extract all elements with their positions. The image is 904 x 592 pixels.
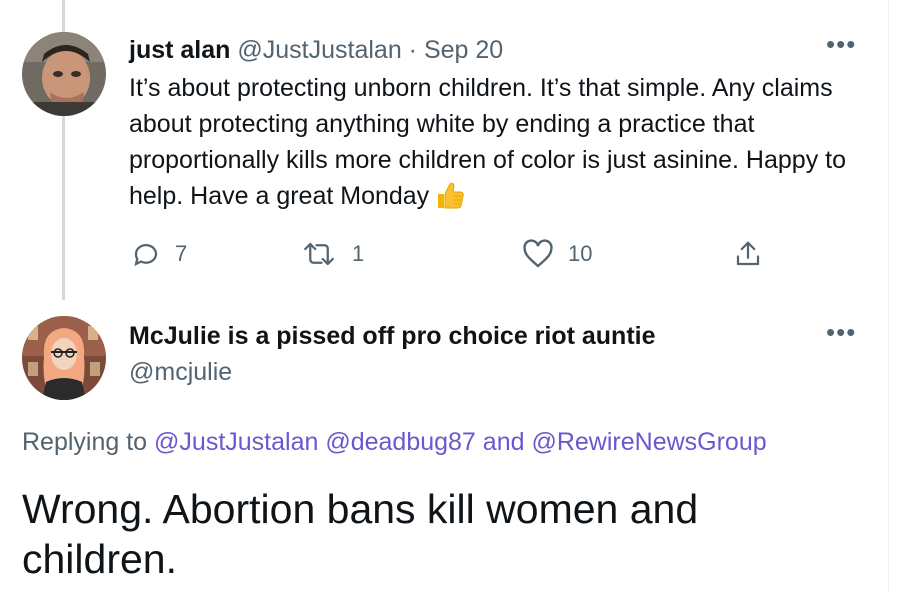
reply-count: 7 — [175, 241, 188, 266]
share-button[interactable] — [733, 236, 763, 272]
replying-prefix: Replying to — [22, 428, 148, 456]
author-name[interactable]: just alan — [129, 36, 230, 64]
reply-button[interactable]: 7 — [131, 236, 187, 272]
like-count: 10 — [568, 241, 593, 266]
thumbs-up-icon — [435, 180, 465, 220]
tweet-date[interactable]: Sep 20 — [424, 36, 503, 64]
author-handle[interactable]: @mcjulie — [129, 358, 232, 387]
author-name[interactable]: McJulie is a pissed off pro choice riot … — [129, 322, 656, 351]
header-separator: · — [408, 36, 417, 64]
replying-to-line: Replying to @JustJustalan @deadbug87 and… — [22, 428, 767, 457]
retweet-button[interactable]: 1 — [300, 236, 364, 272]
mention-link[interactable]: @deadbug87 — [325, 428, 476, 456]
reply-icon — [134, 244, 158, 267]
heart-icon — [523, 239, 553, 268]
mention-link[interactable]: @RewireNewsGroup — [531, 428, 766, 456]
share-icon — [736, 241, 760, 266]
more-options-icon[interactable]: ••• — [826, 319, 856, 345]
avatar-mcjulie[interactable] — [22, 316, 106, 400]
avatar-just-alan[interactable] — [22, 32, 106, 116]
timeline-border — [888, 0, 889, 592]
mention-link[interactable]: @JustJustalan — [154, 428, 318, 456]
tweet1-text: It’s about protecting unborn children. I… — [129, 74, 846, 210]
like-button[interactable]: 10 — [522, 236, 592, 272]
tweet1-header: just alan @JustJustalan · Sep 20 — [129, 34, 503, 66]
retweet-count: 1 — [352, 241, 365, 266]
author-handle[interactable]: @JustJustalan — [237, 36, 401, 64]
replying-and: and — [482, 428, 525, 456]
tweet2-text: Wrong. Abortion bans kill women and chil… — [22, 486, 699, 582]
tweet1-text-block: It’s about protecting unborn children. I… — [129, 70, 869, 220]
retweet-icon — [304, 242, 334, 266]
more-options-icon[interactable]: ••• — [826, 31, 856, 57]
